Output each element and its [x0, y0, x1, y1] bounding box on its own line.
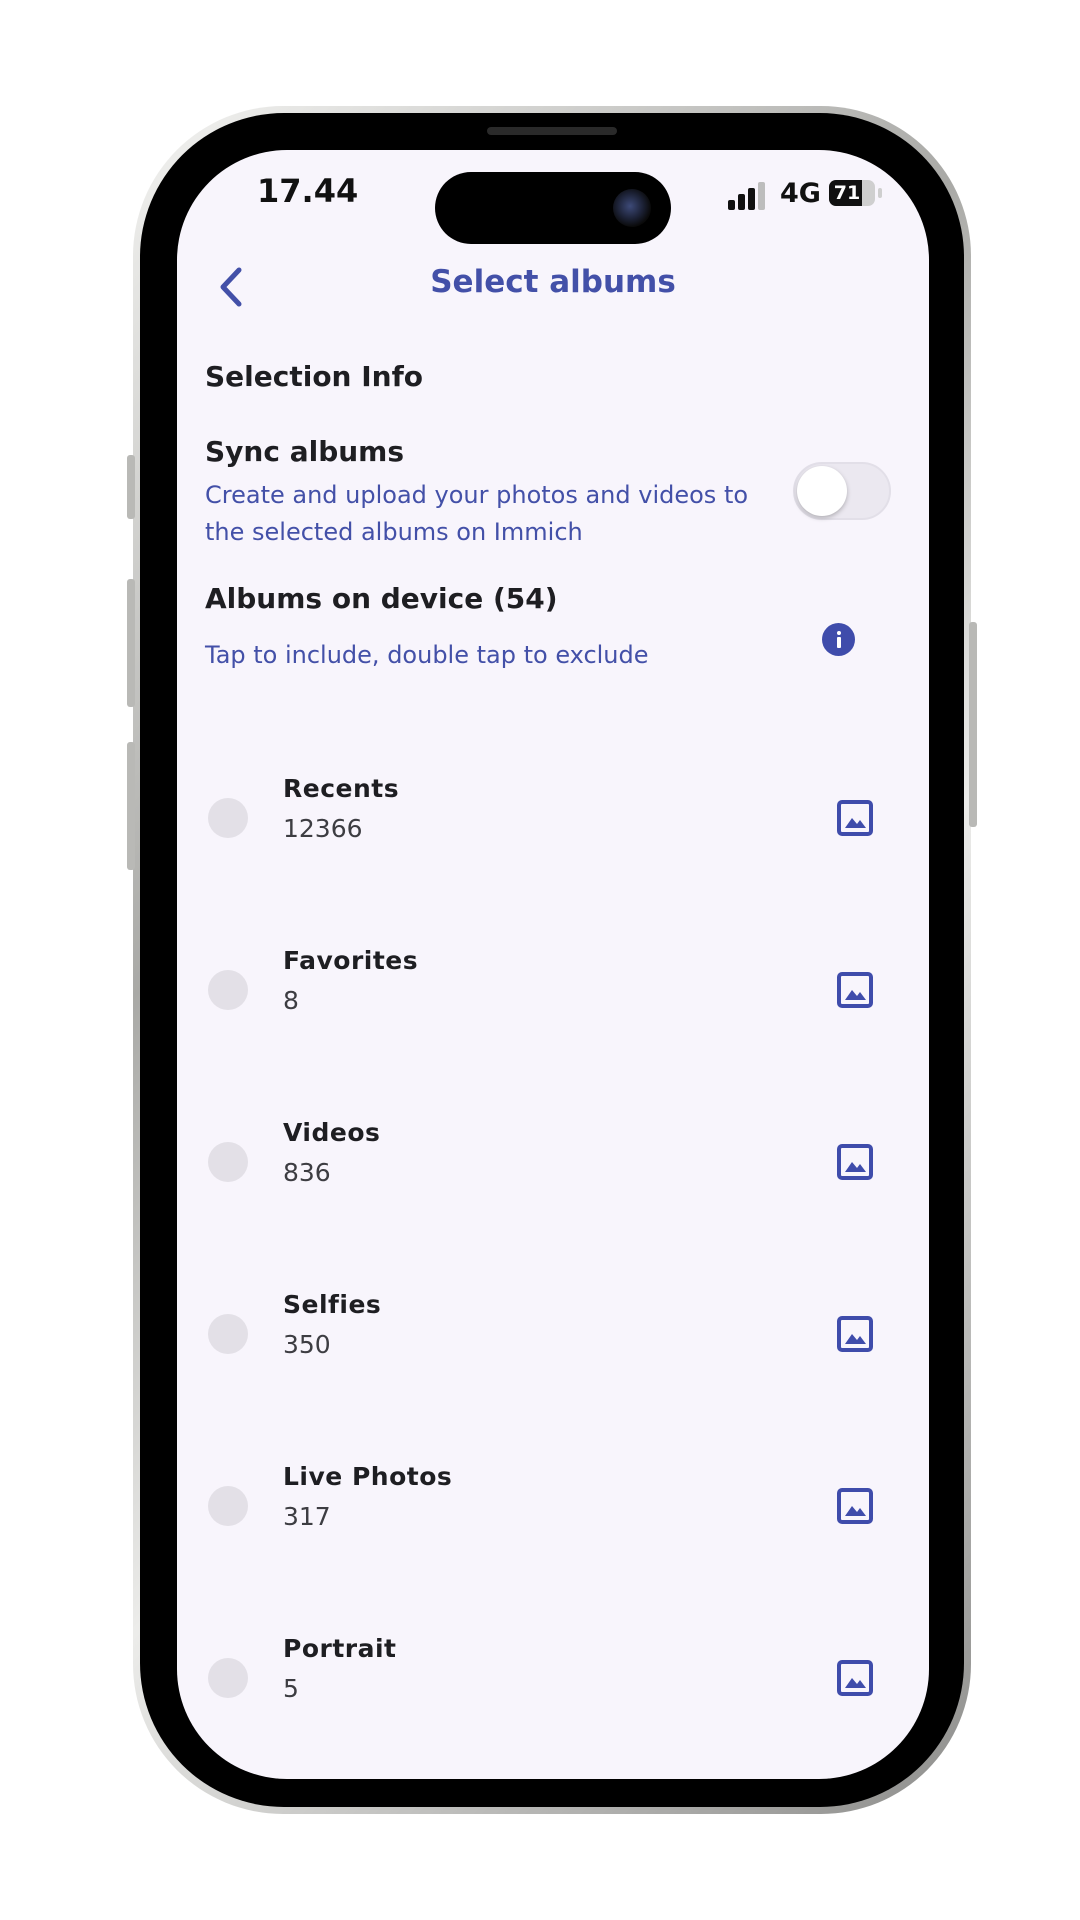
volume-down-button: [127, 742, 135, 870]
album-count: 8: [283, 986, 299, 1015]
albums-on-device-title: Albums on device (54): [205, 582, 558, 615]
album-count: 12366: [283, 814, 363, 843]
image-icon[interactable]: [836, 1315, 874, 1353]
app-screen: 17.44 4G 71 Select albums Selection Info…: [177, 150, 929, 1779]
album-name: Live Photos: [283, 1462, 453, 1491]
toggle-knob: [797, 466, 847, 516]
signal-icon: [728, 182, 768, 210]
network-type: 4G: [780, 178, 821, 209]
album-row[interactable]: Videos 836: [177, 1118, 929, 1314]
page-title: Select albums: [430, 264, 676, 300]
album-name: Selfies: [283, 1290, 382, 1319]
info-icon[interactable]: [822, 623, 855, 656]
sync-albums-title: Sync albums: [205, 435, 405, 468]
album-count: 350: [283, 1330, 331, 1359]
album-count: 836: [283, 1158, 331, 1187]
album-count: 5: [283, 1674, 299, 1703]
album-name: Recents: [283, 774, 400, 803]
image-icon[interactable]: [836, 1659, 874, 1697]
album-row[interactable]: Portrait 5: [177, 1634, 929, 1779]
selection-info-label: Selection Info: [205, 360, 424, 393]
camera-icon: [613, 189, 651, 227]
album-name: Portrait: [283, 1634, 397, 1663]
album-select-indicator[interactable]: [208, 1314, 248, 1354]
album-row[interactable]: Favorites 8: [177, 946, 929, 1142]
album-name: Favorites: [283, 946, 419, 975]
album-select-indicator[interactable]: [208, 1142, 248, 1182]
album-name: Videos: [283, 1118, 381, 1147]
album-row[interactable]: Selfies 350: [177, 1290, 929, 1486]
image-icon[interactable]: [836, 971, 874, 1009]
earpiece-speaker: [487, 127, 617, 135]
album-count: 317: [283, 1502, 331, 1531]
battery-level: 71: [833, 182, 861, 204]
power-button: [969, 622, 977, 827]
volume-up-button: [127, 579, 135, 707]
album-row[interactable]: Recents 12366: [177, 774, 929, 970]
battery-tip: [878, 188, 882, 198]
image-icon[interactable]: [836, 1487, 874, 1525]
album-select-indicator[interactable]: [208, 970, 248, 1010]
sync-albums-toggle[interactable]: [793, 462, 891, 520]
battery-icon: 71: [829, 180, 875, 206]
album-select-indicator[interactable]: [208, 1658, 248, 1698]
album-list: Recents 12366 Favorites 8 Videos 836 Sel…: [177, 774, 929, 1779]
album-select-indicator[interactable]: [208, 1486, 248, 1526]
album-row[interactable]: Live Photos 317: [177, 1462, 929, 1658]
dynamic-island: [435, 172, 671, 244]
status-time: 17.44: [257, 172, 359, 210]
action-button: [127, 455, 135, 519]
album-select-indicator[interactable]: [208, 798, 248, 838]
image-icon[interactable]: [836, 799, 874, 837]
image-icon[interactable]: [836, 1143, 874, 1181]
sync-albums-description: Create and upload your photos and videos…: [205, 481, 749, 546]
albums-hint: Tap to include, double tap to exclude: [205, 641, 649, 669]
